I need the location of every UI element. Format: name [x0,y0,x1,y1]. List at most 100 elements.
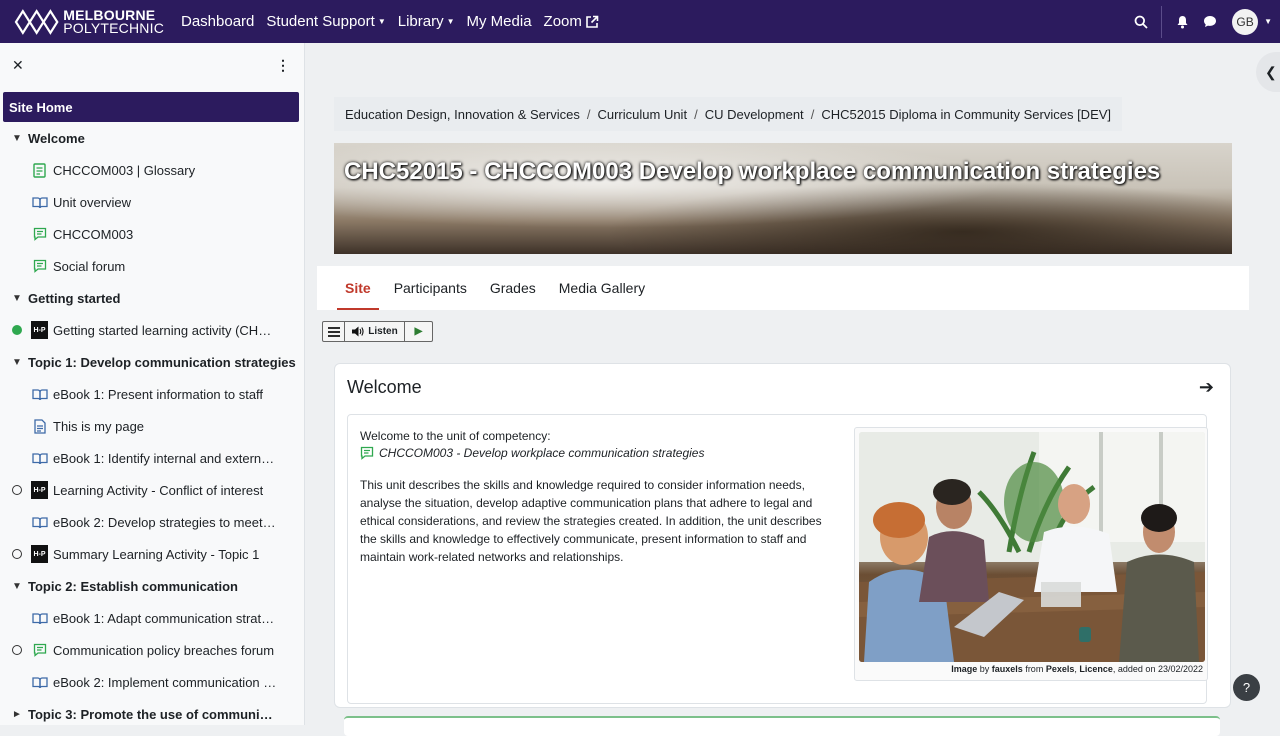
chevron-right-icon[interactable]: ► [12,709,28,720]
activity-label: eBook 1: Identify internal and external … [53,450,278,466]
glossary-icon [31,162,48,179]
completion-done-icon [12,325,22,335]
section-title: Topic 2: Establish communication [28,578,238,594]
nav-dashboard[interactable]: Dashboard [181,13,254,30]
image-caption: Image by fauxels from Pexels, Licence, a… [951,664,1203,674]
section-summary: Welcome to the unit of competency: CHCCO… [347,414,1208,704]
activity-label: Summary Learning Activity - Topic 1 [53,546,260,562]
block-drawer-toggle[interactable]: ❮ [1256,52,1280,92]
section-topic-3[interactable]: ►Topic 3: Promote the use of communicati… [0,698,304,725]
tab-media-gallery[interactable]: Media Gallery [559,266,645,310]
page-icon [31,418,48,435]
play-icon[interactable]: ▶ [405,322,432,341]
forum-icon [360,446,374,460]
activity-label: eBook 2: Implement communication process… [53,674,278,690]
caption-source-link[interactable]: Pexels [1046,664,1075,674]
logo-mark-icon [14,8,59,35]
breadcrumb-item[interactable]: Curriculum Unit [597,107,687,122]
unit-description: This unit describes the skills and knowl… [360,478,822,564]
nav-my-media[interactable]: My Media [467,13,532,30]
section-getting-started[interactable]: ▼ Getting started [0,282,304,314]
tab-grades[interactable]: Grades [490,266,536,310]
nav-student-support[interactable]: Student Support ▼ [266,13,385,30]
forum-icon [31,226,48,243]
unit-link[interactable]: CHCCOM003 - Develop workplace communicat… [360,446,704,460]
activity-ebook-develop[interactable]: eBook 2: Develop strategies to meet orga… [0,506,304,538]
chevron-down-icon[interactable]: ▼ [12,133,28,144]
completion-pending-icon [12,549,22,559]
activity-getting-started[interactable]: H-P Getting started learning activity (C… [0,314,304,346]
primary-nav: Dashboard Student Support ▼ Library ▼ My M… [181,13,611,30]
breadcrumb-separator: / [694,106,698,122]
meeting-photo [859,432,1205,662]
nav-library-label: Library [397,13,444,30]
activity-label: CHCCOM003 [53,226,134,242]
section-welcome[interactable]: ▼ Welcome [0,122,304,154]
section-topic-2[interactable]: ▼ Topic 2: Establish communication [0,570,304,602]
nav-library[interactable]: Library ▼ [398,13,455,30]
section-title: Topic 1: Develop communication strategie… [28,354,296,370]
activity-label: Unit overview [53,194,132,210]
arrow-right-icon[interactable]: ➔ [1199,377,1214,398]
next-section-card [344,716,1220,736]
course-banner-image: CHC52015 - CHCCOM003 Develop workplace c… [334,143,1232,254]
activity-social-forum[interactable]: Social forum [0,250,304,282]
logo-line2: POLYTECHNIC [63,19,164,36]
messages-icon[interactable] [1200,12,1220,32]
activity-unit-overview[interactable]: Unit overview [0,186,304,218]
section-heading: Welcome [347,377,422,397]
nav-my-media-label: My Media [466,13,532,30]
nav-zoom[interactable]: Zoom [544,13,599,30]
activity-label: eBook 1: Present information to staff [53,386,264,402]
completion-pending-icon [12,485,22,495]
tab-site[interactable]: Site [337,266,379,310]
more-options-icon[interactable]: ⋮ [276,57,290,74]
readspeaker-bar: Listen ▶ [322,321,433,342]
caption-author-link[interactable]: fauxels [992,664,1023,674]
book-icon [31,610,48,627]
menu-icon[interactable] [323,322,345,341]
sidebar-site-home[interactable]: Site Home [3,92,299,122]
breadcrumb-item[interactable]: CU Development [705,107,804,122]
activity-my-page[interactable]: This is my page [0,410,304,442]
section-title: Welcome [28,130,85,146]
activity-ebook-adapt[interactable]: eBook 1: Adapt communication strategies [0,602,304,634]
breadcrumb-item[interactable]: CHC52015 Diploma in Community Services [… [821,107,1111,122]
completion-pending-icon [12,645,22,655]
activity-conflict-of-interest[interactable]: H-P Learning Activity - Conflict of inte… [0,474,304,506]
chevron-down-icon[interactable]: ▼ [12,293,28,304]
site-logo[interactable]: MELBOURNE POLYTECHNIC [14,8,164,36]
caption-image-link[interactable]: Image [951,664,977,674]
page-title: CHC52015 - CHCCOM003 Develop workplace c… [344,158,1161,185]
breadcrumb-item[interactable]: Education Design, Innovation & Services [345,107,580,122]
forum-icon [31,642,48,659]
section-topic-1[interactable]: ▼ Topic 1: Develop communication strategi… [0,346,304,378]
caption-licence-link[interactable]: Licence [1079,664,1113,674]
activity-summary-topic-1[interactable]: H-P Summary Learning Activity - Topic 1 [0,538,304,570]
activity-ebook-present[interactable]: eBook 1: Present information to staff [0,378,304,410]
search-icon[interactable] [1131,12,1151,32]
chevron-down-icon[interactable]: ▼ [12,357,28,368]
activity-chccom003[interactable]: CHCCOM003 [0,218,304,250]
chevron-down-icon: ▼ [377,17,386,26]
activity-label: CHCCOM003 | Glossary [53,162,196,178]
close-icon[interactable]: ✕ [12,57,24,74]
section-title: Getting started [28,290,121,306]
section-title: Topic 3: Promote the use of communicatio… [28,706,273,722]
tab-participants[interactable]: Participants [394,266,467,310]
nav-zoom-label: Zoom [543,13,582,30]
activity-label: Communication policy breaches forum [53,642,275,658]
listen-button[interactable]: Listen [345,322,405,341]
activity-glossary[interactable]: CHCCOM003 | Glossary [0,154,304,186]
bell-icon[interactable] [1172,12,1192,32]
activity-policy-breaches-forum[interactable]: Communication policy breaches forum [0,634,304,666]
chevron-down-icon[interactable]: ▼ [12,581,28,592]
listen-label: Listen [368,326,398,337]
book-icon [31,386,48,403]
activity-ebook-implement[interactable]: eBook 2: Implement communication process… [0,666,304,698]
user-avatar[interactable]: GB [1232,8,1259,35]
activity-ebook-identify[interactable]: eBook 1: Identify internal and external … [0,442,304,474]
chevron-down-icon[interactable]: ▼ [1264,17,1272,26]
help-button[interactable]: ? [1233,674,1260,701]
navbar-divider [1161,5,1163,38]
